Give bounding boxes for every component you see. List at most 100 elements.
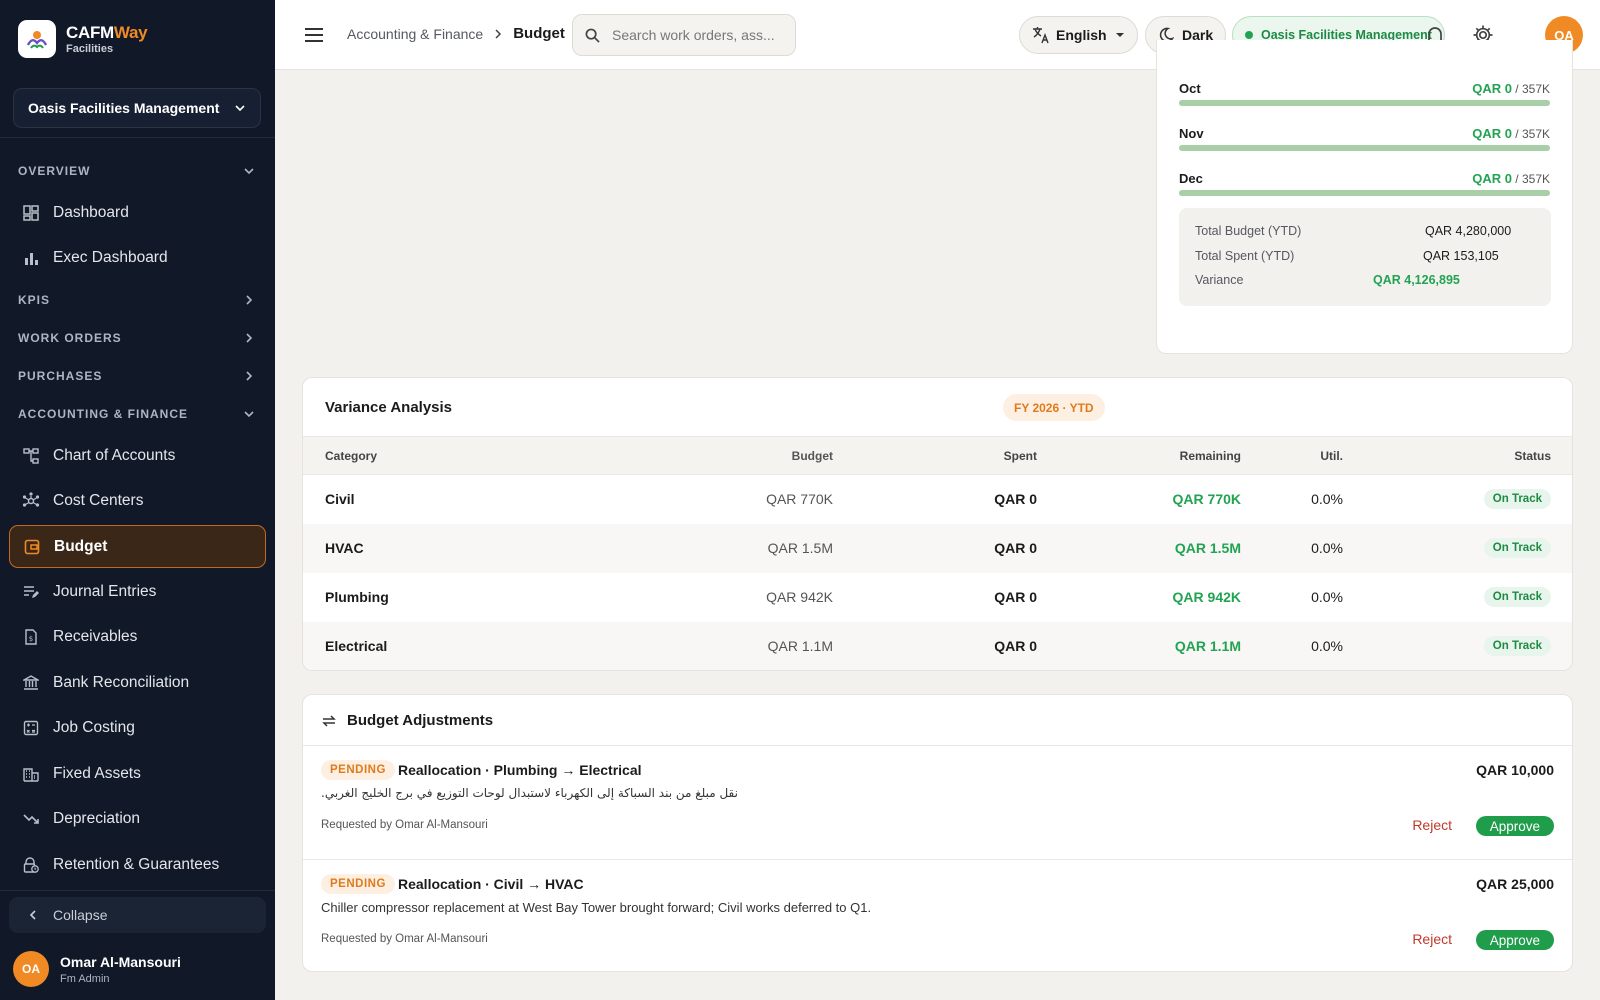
- adjustment-description: Chiller compressor replacement at West B…: [321, 900, 872, 915]
- section-overview[interactable]: OVERVIEW: [0, 152, 275, 190]
- budget-cell: QAR 770K: [766, 491, 833, 508]
- table-row[interactable]: Electrical QAR 1.1M QAR 0 QAR 1.1M 0.0% …: [303, 621, 1572, 670]
- request-quote-icon: $: [22, 628, 40, 646]
- breadcrumb-current: Budget: [513, 25, 565, 42]
- budget-cell: QAR 1.1M: [683, 621, 833, 670]
- month-spent: QAR 0: [1472, 81, 1512, 96]
- chevron-right-icon: [493, 26, 503, 42]
- column-header[interactable]: Status: [1343, 436, 1572, 475]
- sidebar-item-receivables[interactable]: $ Receivables: [0, 615, 275, 661]
- column-header[interactable]: Util.: [1241, 436, 1343, 475]
- section-label: WORK ORDERS: [18, 331, 122, 345]
- breadcrumb: Accounting & Finance Budget: [347, 25, 565, 42]
- sidebar-item-journal-entries[interactable]: Journal Entries: [0, 569, 275, 615]
- variance-label: Variance: [1195, 273, 1244, 287]
- collapse-button[interactable]: Collapse: [9, 897, 266, 933]
- total-budget-value: QAR 4,280,000: [1425, 224, 1512, 238]
- budget-cell: QAR 942K: [766, 589, 833, 605]
- sidebar-item-depreciation[interactable]: Depreciation: [0, 797, 275, 843]
- approve-button[interactable]: Approve: [1475, 930, 1554, 950]
- column-header[interactable]: Budget: [683, 436, 833, 475]
- section-kpis[interactable]: KPIS: [0, 281, 275, 319]
- status-cell: On Track: [1343, 621, 1572, 670]
- month-progress-bar: [1179, 190, 1550, 196]
- sidebar-item-bank-reconciliation[interactable]: Bank Reconciliation: [0, 660, 275, 706]
- remaining-cell: QAR 942K: [1172, 589, 1241, 605]
- status-badge: On Track: [1483, 489, 1551, 510]
- sidebar-item-budget[interactable]: Budget: [9, 525, 266, 568]
- caret-down-icon: [1115, 33, 1124, 37]
- search-box[interactable]: [572, 14, 796, 56]
- month-spent: QAR 0: [1472, 171, 1512, 186]
- sidebar-item-dashboard[interactable]: Dashboard: [0, 190, 275, 236]
- status-badge: PENDING: [321, 760, 395, 780]
- category-cell: Electrical: [303, 621, 683, 670]
- adjustment-item: PENDING Reallocation · Plumbing → Electr…: [303, 745, 1572, 859]
- user-role: Fm Admin: [60, 972, 110, 985]
- table-row[interactable]: HVAC QAR 1.5M QAR 0 QAR 1.5M 0.0% On Tra…: [303, 523, 1572, 573]
- approve-button[interactable]: Approve: [1475, 816, 1554, 836]
- sidebar-divider: [0, 890, 275, 891]
- search-input[interactable]: [612, 27, 787, 43]
- table-row[interactable]: Plumbing QAR 942K QAR 0 QAR 942K 0.0% On…: [303, 573, 1572, 622]
- month-label: Dec: [1179, 171, 1203, 186]
- remaining-cell: QAR 1.5M: [1037, 523, 1241, 573]
- status-cell: On Track: [1343, 475, 1572, 524]
- spent-cell: QAR 0: [994, 589, 1037, 605]
- card-header: Budget Adjustments: [321, 712, 493, 729]
- adjustment-amount: QAR 25,000: [1476, 876, 1554, 892]
- sidebar-item-chart-of-accounts[interactable]: Chart of Accounts: [0, 433, 275, 479]
- breadcrumb-parent[interactable]: Accounting & Finance: [347, 26, 483, 42]
- total-spent-row: Total Spent (YTD) QAR 153,105: [1195, 249, 1535, 263]
- language-select[interactable]: English: [1019, 16, 1138, 54]
- sidebar-item-label: Job Costing: [53, 719, 135, 737]
- sidebar-item-exec-dashboard[interactable]: Exec Dashboard: [0, 236, 275, 282]
- total-budget-label: Total Budget (YTD): [1195, 224, 1302, 238]
- chevron-right-icon: [246, 295, 253, 305]
- calculate-icon: [22, 719, 40, 737]
- user-name: Omar Al-Mansouri: [60, 953, 181, 970]
- spent-cell: QAR 0: [833, 523, 1037, 573]
- section-label: ACCOUNTING & FINANCE: [18, 407, 188, 421]
- column-header[interactable]: Remaining: [1037, 436, 1241, 475]
- budget-cell: QAR 1.5M: [683, 523, 833, 573]
- month-row: Nov QAR 0 / 357K: [1179, 126, 1550, 166]
- month-budget: / 357K: [1515, 127, 1550, 141]
- sidebar-nav: OVERVIEW Dashboard Exec Dashboard KPIS W…: [0, 152, 275, 888]
- month-progress-bar: [1179, 145, 1550, 151]
- month-label: Nov: [1179, 126, 1204, 141]
- sidebar-item-label: Depreciation: [53, 810, 141, 828]
- column-header[interactable]: Category: [303, 436, 683, 475]
- sidebar-item-job-costing[interactable]: Job Costing: [0, 706, 275, 752]
- adjustment-title: Reallocation · Plumbing → Electrical: [398, 762, 642, 778]
- table-row[interactable]: Civil QAR 770K QAR 0 QAR 770K 0.0% On Tr…: [303, 475, 1572, 524]
- brand[interactable]: CAFMWay Facilities: [18, 20, 148, 58]
- bank-icon: [22, 674, 40, 692]
- card-title: Budget Adjustments: [347, 712, 494, 729]
- status-cell: On Track: [1343, 573, 1572, 622]
- month-row: Dec QAR 0 / 357K: [1179, 171, 1550, 211]
- sidebar-item-fixed-assets[interactable]: Fixed Assets: [0, 751, 275, 797]
- sidebar-item-retention-guarantees[interactable]: Retention & Guarantees: [0, 842, 275, 888]
- sidebar-item-label: Chart of Accounts: [53, 446, 176, 464]
- column-header[interactable]: Spent: [833, 436, 1037, 475]
- menu-icon[interactable]: [303, 24, 325, 46]
- month-budget: / 357K: [1515, 82, 1550, 96]
- section-work-orders[interactable]: WORK ORDERS: [0, 319, 275, 357]
- status-badge: On Track: [1483, 636, 1551, 656]
- util-cell: 0.0%: [1241, 523, 1343, 573]
- org-select[interactable]: Oasis Facilities Management: [13, 88, 261, 128]
- month-progress-fill: [1179, 100, 1550, 106]
- sidebar-item-cost-centers[interactable]: Cost Centers: [0, 479, 275, 525]
- section-purchases[interactable]: PURCHASES: [0, 357, 275, 395]
- adjustment-description: نقل مبلغ من بند السباكة إلى الكهرباء لاس…: [321, 786, 738, 800]
- table-header-row: Category Budget Spent Remaining Util. St…: [303, 436, 1572, 475]
- reject-button[interactable]: Reject: [1412, 817, 1452, 833]
- swap-icon: [322, 714, 336, 727]
- month-value: QAR 0 / 357K: [1472, 81, 1550, 96]
- adjustment-requester: Requested by Omar Al-Mansouri: [321, 933, 488, 945]
- user-profile[interactable]: OA Omar Al-Mansouri Fm Admin: [13, 951, 181, 987]
- section-accounting-finance[interactable]: ACCOUNTING & FINANCE: [0, 395, 275, 433]
- status-badge: On Track: [1483, 587, 1551, 607]
- reject-button[interactable]: Reject: [1412, 931, 1452, 947]
